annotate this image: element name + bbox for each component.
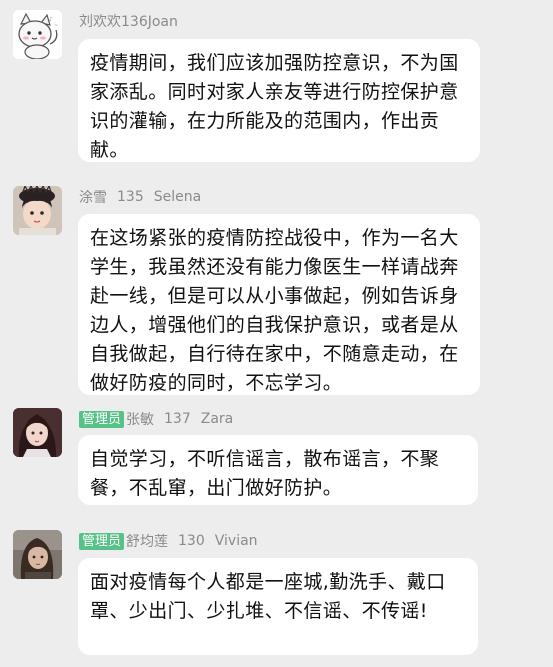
message-text: 疫情期间，我们应该加强防控意识，不为国家添乱。同时对家人亲友等进行防控保护意识的… bbox=[90, 52, 459, 161]
sender-info: 管理员 张敏 137 Zara bbox=[79, 410, 233, 428]
message-bubble[interactable]: 面对疫情每个人都是一座城,勤洗手、戴口罩、少出门、少扎堆、不信谣、不传谣! bbox=[78, 558, 478, 655]
chat-message-list: ♪ ~ 刘欢欢136Joan 疫情期间，我们应该加强防控意识，不为国家添乱。同时… bbox=[0, 0, 553, 667]
sender-level: 135 bbox=[117, 189, 144, 205]
sender-name: 张敏 bbox=[126, 412, 155, 428]
sender-info: 刘欢欢136Joan bbox=[79, 12, 178, 30]
message-text: 自觉学习，不听信谣言，散布谣言，不聚餐，不乱窜，出门做好防护。 bbox=[90, 448, 440, 499]
sender-english-name: Selena bbox=[153, 189, 202, 205]
sender-info: 涂雪 135 Selena bbox=[79, 188, 201, 206]
message-bubble[interactable]: 自觉学习，不听信谣言，散布谣言，不聚餐，不乱窜，出门做好防护。 bbox=[78, 435, 478, 505]
woman-photo-avatar[interactable] bbox=[13, 530, 62, 579]
svg-text:♪: ♪ bbox=[49, 16, 53, 23]
admin-badge: 管理员 bbox=[79, 532, 125, 550]
sender-english-name: Vivian bbox=[214, 533, 258, 549]
sender-level: 137 bbox=[164, 411, 191, 427]
admin-badge: 管理员 bbox=[79, 410, 125, 428]
illustrated-girl-avatar[interactable] bbox=[13, 408, 62, 457]
message-text: 面对疫情每个人都是一座城,勤洗手、戴口罩、少出门、少扎堆、不信谣、不传谣! bbox=[90, 571, 446, 622]
girl-photo-avatar[interactable] bbox=[13, 186, 62, 235]
message-bubble[interactable]: 在这场紧张的疫情防控战役中，作为一名大学生，我虽然还没有能力像医生一样请战奔赴一… bbox=[78, 214, 480, 395]
cartoon-cat-avatar[interactable]: ♪ ~ bbox=[13, 10, 62, 59]
message-bubble[interactable]: 疫情期间，我们应该加强防控意识，不为国家添乱。同时对家人亲友等进行防控保护意识的… bbox=[78, 39, 480, 162]
sender-info: 管理员 舒均莲 130 Vivian bbox=[79, 532, 258, 550]
sender-english-name: Zara bbox=[200, 411, 234, 427]
sender-level: 130 bbox=[178, 533, 205, 549]
sender-name: 舒均莲 bbox=[126, 534, 169, 550]
message-text: 在这场紧张的疫情防控战役中，作为一名大学生，我虽然还没有能力像医生一样请战奔赴一… bbox=[90, 227, 459, 394]
sender-name: 涂雪 bbox=[79, 190, 107, 206]
sender-name: 刘欢欢136Joan bbox=[79, 14, 178, 30]
svg-text:~: ~ bbox=[54, 23, 58, 29]
